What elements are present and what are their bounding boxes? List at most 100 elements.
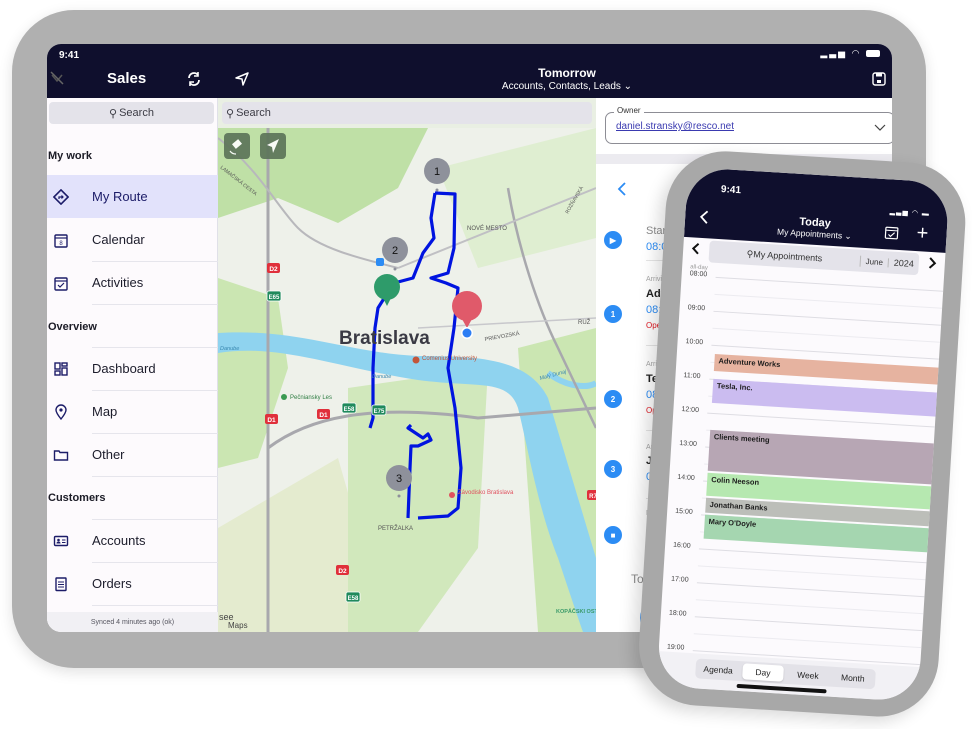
- svg-text:E75: E75: [374, 409, 385, 415]
- wifi-icon: ◠: [851, 48, 862, 58]
- sidebar-item-label: Other: [92, 447, 125, 462]
- hour-label: 11:00: [683, 372, 701, 381]
- svg-text:8: 8: [59, 241, 63, 247]
- owner-field[interactable]: Owner daniel.stransky@resco.net: [605, 106, 892, 144]
- sidebar-item-label: Activities: [92, 275, 144, 290]
- view-title-text: Tomorrow: [538, 66, 596, 80]
- map-pin-icon: [55, 403, 67, 420]
- sidebar-item-dashboard[interactable]: Dashboard: [47, 347, 218, 390]
- sidebar-search-input[interactable]: ⚲ Search: [49, 102, 214, 124]
- search-placeholder: Search: [119, 107, 154, 119]
- sync-icon[interactable]: [185, 70, 203, 88]
- view-title[interactable]: Tomorrow Accounts, Contacts, Leads ⌄: [467, 66, 667, 92]
- hour-gridline: [694, 616, 923, 632]
- hour-gridline: [696, 582, 925, 598]
- half-hour-gridline: [697, 565, 926, 581]
- hour-label: 17:00: [670, 575, 689, 584]
- view-day-tab[interactable]: Day: [742, 663, 784, 682]
- svg-text:2: 2: [392, 245, 398, 257]
- satellite-icon: [229, 139, 242, 155]
- hour-label: 13:00: [679, 439, 698, 449]
- sidebar-item-calendar[interactable]: 8 Calendar: [47, 218, 218, 261]
- divider: [92, 304, 218, 305]
- svg-text:1: 1: [434, 166, 440, 178]
- stop-end-icon: ■: [604, 526, 622, 544]
- sidebar-item-label: Map: [92, 404, 118, 419]
- calendar-icon: 8: [54, 233, 68, 248]
- view-filter[interactable]: Accounts, Contacts, Leads ⌄: [467, 81, 667, 92]
- divider: [92, 476, 218, 477]
- street-label: RUŽ: [578, 318, 591, 326]
- day-view-grid[interactable]: 08:00 09:00 10:00 11:00 12:00 13:00 14:00 15:00…: [659, 167, 950, 683]
- road-shield-e65: E65: [266, 290, 282, 302]
- stop-number-badge: 3: [604, 460, 622, 478]
- owner-value-link[interactable]: daniel.stransky@resco.net: [616, 121, 734, 132]
- road-shield-d2: D2: [336, 565, 349, 575]
- district-label: PETRŽALKA: [378, 524, 413, 532]
- sidebar-item-orders[interactable]: Orders: [47, 562, 218, 605]
- road-shield-d1: D1: [265, 414, 278, 424]
- view-agenda-tab[interactable]: Agenda: [697, 661, 739, 679]
- hour-label: 15:00: [674, 507, 693, 516]
- status-time: 9:41: [59, 50, 80, 61]
- sidebar-item-accounts[interactable]: Accounts: [47, 519, 218, 562]
- poi-icon: [449, 492, 455, 498]
- hour-label: 16:00: [672, 541, 691, 550]
- road-shield-d1: D1: [317, 409, 330, 419]
- svg-text:D1: D1: [267, 417, 276, 424]
- view-week-tab[interactable]: Week: [787, 666, 829, 684]
- locate-me-button[interactable]: [260, 133, 286, 159]
- sidebar-item-my-route[interactable]: My Route: [47, 175, 218, 218]
- half-hour-gridline: [712, 327, 941, 343]
- chevron-down-icon[interactable]: [874, 121, 886, 133]
- sidebar-item-other[interactable]: Other: [47, 433, 218, 476]
- route-icon: [53, 188, 69, 205]
- chevron-down-icon: ⌄: [623, 81, 633, 92]
- iphone-device-frame: 9:41 ▂▃▅ ◠ ▬ Today My Appointments ⌄ + ⚲…: [635, 147, 969, 721]
- calendar-event[interactable]: Tesla, Inc.: [711, 378, 943, 417]
- save-icon[interactable]: [872, 72, 886, 86]
- sidebar-item-activities[interactable]: Activities: [47, 261, 218, 304]
- contact-card-icon: [53, 535, 69, 546]
- owner-label: Owner: [614, 106, 644, 115]
- sidebar-item-map[interactable]: Map: [47, 390, 218, 433]
- map-canvas[interactable]: D2 E65 D1 D1 E58 E75 D2 E58 R7 Bratislav…: [218, 128, 596, 632]
- river-label: Danube: [372, 374, 391, 380]
- app-title: Sales: [107, 70, 147, 87]
- navigate-icon[interactable]: [234, 71, 250, 87]
- svg-text:E65: E65: [269, 295, 280, 301]
- view-month-tab[interactable]: Month: [832, 669, 874, 687]
- marketing-composite: 9:41 ▂▃▅ ◠ Sales Tomorrow Accounts, Cont…: [0, 0, 972, 729]
- district-label: NOVÉ MESTO: [467, 225, 507, 232]
- sync-status: Synced 4 minutes ago (ok): [47, 612, 218, 632]
- search-placeholder: Search: [236, 107, 271, 119]
- signal-icon: ▂▃▅: [820, 48, 848, 58]
- location-arrow-icon: [267, 139, 279, 153]
- back-chevron-icon[interactable]: [616, 181, 628, 197]
- sidebar-item-label: Accounts: [92, 533, 146, 548]
- orders-icon: [55, 576, 67, 591]
- road-shield-e58: E58: [345, 591, 361, 603]
- road-shield-r7: R7: [587, 490, 596, 500]
- sidebar: ⚲ Search My work My Route 8 Calendar Act…: [47, 98, 218, 632]
- poi-label: Závodisko Bratislava: [458, 490, 514, 496]
- stop-number-badge: 2: [604, 390, 622, 408]
- battery-icon: [866, 50, 880, 58]
- svg-text:D1: D1: [319, 412, 328, 419]
- sidebar-item-label: Calendar: [92, 232, 145, 247]
- river-label: Danube: [220, 346, 239, 352]
- map-search-input[interactable]: ⚲ Search: [222, 102, 592, 124]
- road-shield-e75: E75: [371, 404, 387, 416]
- satellite-toggle-button[interactable]: [224, 133, 250, 159]
- hour-gridline: [715, 276, 944, 292]
- offline-icon[interactable]: [49, 70, 65, 86]
- svg-text:R7: R7: [589, 494, 596, 500]
- hour-label: 14:00: [677, 473, 695, 482]
- svg-text:D2: D2: [269, 266, 278, 273]
- map-attribution[interactable]: Maps: [228, 621, 248, 630]
- section-header-customers: Customers: [48, 492, 106, 504]
- sidebar-item-label: My Route: [92, 189, 148, 204]
- view-filter-text: Accounts, Contacts, Leads: [501, 81, 621, 92]
- iphone-screen: 9:41 ▂▃▅ ◠ ▬ Today My Appointments ⌄ + ⚲…: [656, 167, 950, 703]
- island-label: KOPÁČSKI OSTROV: [556, 608, 596, 615]
